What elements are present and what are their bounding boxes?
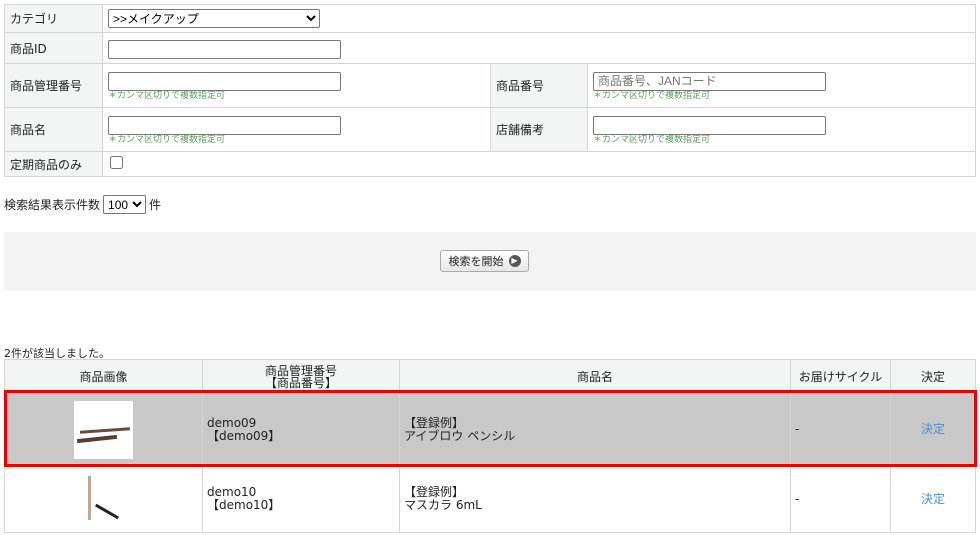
search-start-label: 検索を開始: [448, 255, 504, 268]
category-label: カテゴリ: [4, 4, 103, 33]
header-cycle: お届けサイクル: [790, 359, 891, 394]
search-form: カテゴリ >>メイクアップ 商品ID 商品管理番号 ＊カンマ区切りで複数指定可 …: [4, 4, 976, 177]
mgmt-no-label: 商品管理番号: [4, 63, 103, 108]
name-note: ＊カンマ区切りで複数指定可: [108, 134, 226, 145]
header-mgmt-no: 商品管理番号 【商品番号】: [202, 359, 400, 394]
search-start-button[interactable]: 検索を開始 ▶: [440, 250, 529, 272]
name-input[interactable]: [108, 115, 341, 135]
subscription-label: 定期商品のみ: [4, 151, 103, 177]
store-note-input[interactable]: [593, 115, 826, 135]
mgmt-no-input[interactable]: [108, 71, 341, 91]
header-decide: 決定: [890, 359, 976, 394]
decide-link[interactable]: 決定: [890, 393, 976, 466]
product-id-label: 商品ID: [4, 32, 103, 64]
product-image-eyebrow-pencil: [74, 400, 133, 459]
name-cell: 【登録例】 マスカラ 6mL: [399, 465, 791, 533]
results-table: 商品画像 商品管理番号 【商品番号】 商品名 お届けサイクル 決定 demo09 【…: [4, 359, 976, 533]
decide-link[interactable]: 決定: [890, 465, 976, 533]
header-image: 商品画像: [4, 359, 203, 394]
product-no-note: ＊カンマ区切りで複数指定可: [593, 90, 711, 101]
store-note-note: ＊カンマ区切りで複数指定可: [593, 134, 711, 145]
subscription-checkbox[interactable]: [110, 156, 123, 169]
product-no-label: 商品番号: [490, 63, 588, 108]
result-count-label: 検索結果表示件数: [4, 198, 101, 212]
cycle-cell: -: [790, 465, 891, 533]
product-no-input[interactable]: [593, 71, 826, 91]
category-select[interactable]: >>メイクアップ: [108, 9, 320, 28]
cycle-cell: -: [790, 393, 891, 466]
mgmt-no-cell: demo10 【demo10】: [202, 465, 400, 533]
search-button-area: 検索を開始 ▶: [4, 232, 976, 291]
table-row[interactable]: demo09 【demo09】 【登録例】 アイブロウ ペンシル - 決定: [4, 393, 976, 466]
name-cell: 【登録例】 アイブロウ ペンシル: [399, 393, 791, 466]
mgmt-no-cell: demo09 【demo09】: [202, 393, 400, 466]
store-note-label: 店舗備考: [490, 107, 588, 152]
arrow-right-icon: ▶: [508, 255, 521, 267]
header-name: 商品名: [399, 359, 791, 394]
result-count-row: 検索結果表示件数 100 件: [4, 195, 161, 214]
product-image-mascara: [74, 470, 133, 528]
name-label: 商品名: [4, 107, 103, 152]
product-id-input[interactable]: [108, 39, 341, 59]
result-count-unit: 件: [149, 198, 162, 212]
table-row[interactable]: demo10 【demo10】 【登録例】 マスカラ 6mL - 決定: [4, 465, 976, 533]
result-count-select[interactable]: 100: [103, 195, 147, 214]
mgmt-no-note: ＊カンマ区切りで複数指定可: [108, 90, 226, 101]
